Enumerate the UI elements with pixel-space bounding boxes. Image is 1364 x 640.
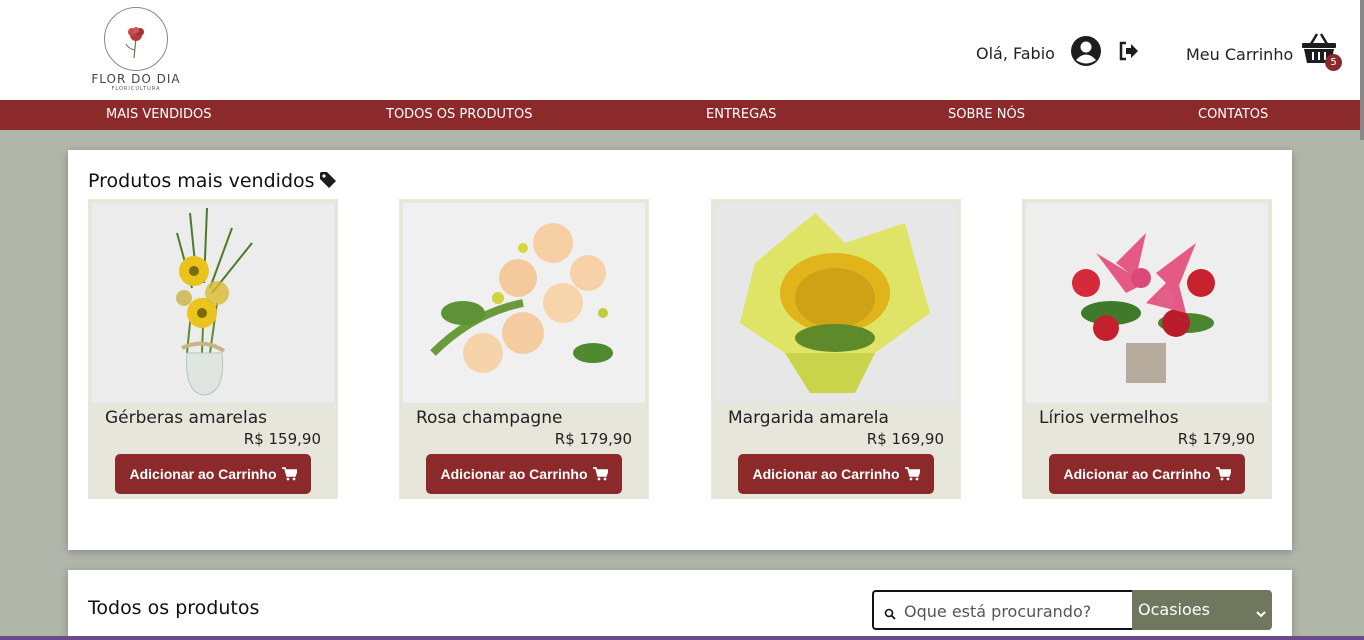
logout-icon[interactable]	[1118, 41, 1140, 61]
nav-about[interactable]: SOBRE NÓS	[948, 107, 1025, 122]
cart-label[interactable]: Meu Carrinho	[1186, 45, 1293, 64]
main-nav: MAIS VENDIDOS TODOS OS PRODUTOS ENTREGAS…	[0, 100, 1360, 130]
occasions-selected: Ocasioes	[1138, 600, 1210, 619]
add-to-cart-button[interactable]: Adicionar ao Carrinho	[115, 454, 311, 494]
chevron-down-icon	[1256, 604, 1266, 618]
logo-flower-icon	[104, 7, 168, 71]
logo[interactable]: FLOR DO DIA FLORICULTURA	[88, 7, 184, 92]
add-to-cart-label: Adicionar ao Carrinho	[129, 466, 277, 482]
cart-count-badge: 5	[1325, 54, 1342, 71]
product-image-rosa-champagne[interactable]	[403, 203, 645, 403]
product-name: Lírios vermelhos	[1039, 408, 1179, 428]
brand-name: FLOR DO DIA	[91, 72, 181, 86]
add-to-cart-button[interactable]: Adicionar ao Carrinho	[738, 454, 934, 494]
bottom-edge	[0, 636, 1364, 640]
best-sellers-section: Produtos mais vendidos Gérberas amarelas…	[68, 150, 1292, 550]
user-greeting: Olá, Fabio	[976, 44, 1055, 63]
product-card: Rosa champagne R$ 179,90 Adicionar ao Ca…	[399, 199, 649, 499]
product-image-margarida[interactable]	[715, 203, 957, 403]
add-to-cart-label: Adicionar ao Carrinho	[440, 466, 588, 482]
user-account-icon[interactable]	[1070, 35, 1102, 67]
product-name: Rosa champagne	[416, 408, 563, 428]
product-price: R$ 179,90	[554, 430, 632, 448]
tag-icon	[319, 171, 337, 189]
product-price: R$ 179,90	[1177, 430, 1255, 448]
cart-icon	[1215, 467, 1232, 481]
nav-best-sellers[interactable]: MAIS VENDIDOS	[106, 107, 212, 122]
occasions-select[interactable]: Ocasioes	[1132, 590, 1272, 630]
product-image-lirios[interactable]	[1026, 203, 1268, 403]
site-header: FLOR DO DIA FLORICULTURA Olá, Fabio Meu …	[0, 0, 1364, 100]
add-to-cart-button[interactable]: Adicionar ao Carrinho	[426, 454, 622, 494]
product-card: Lírios vermelhos R$ 179,90 Adicionar ao …	[1022, 199, 1272, 499]
product-card: Margarida amarela R$ 169,90 Adicionar ao…	[711, 199, 961, 499]
product-name: Margarida amarela	[728, 408, 889, 428]
product-card: Gérberas amarelas R$ 159,90 Adicionar ao…	[88, 199, 338, 499]
search-box	[872, 590, 1134, 630]
cart-icon	[592, 467, 609, 481]
product-name: Gérberas amarelas	[105, 408, 268, 428]
scrollbar-thumb[interactable]	[1360, 0, 1364, 140]
product-price: R$ 159,90	[243, 430, 321, 448]
best-sellers-title: Produtos mais vendidos	[88, 170, 315, 192]
product-image-gerberas[interactable]	[92, 203, 334, 403]
add-to-cart-label: Adicionar ao Carrinho	[752, 466, 900, 482]
nav-contacts[interactable]: CONTATOS	[1198, 107, 1268, 122]
all-products-title: Todos os produtos	[88, 597, 260, 619]
brand-tagline: FLORICULTURA	[111, 86, 161, 92]
all-products-section: Todos os produtos Ocasioes	[68, 570, 1292, 640]
add-to-cart-button[interactable]: Adicionar ao Carrinho	[1049, 454, 1245, 494]
search-icon	[884, 605, 896, 620]
search-input[interactable]	[904, 600, 1124, 622]
cart-icon	[281, 467, 298, 481]
cart-icon	[904, 467, 921, 481]
best-sellers-heading: Produtos mais vendidos	[88, 170, 337, 192]
add-to-cart-label: Adicionar ao Carrinho	[1063, 466, 1211, 482]
nav-all-products[interactable]: TODOS OS PRODUTOS	[386, 107, 532, 122]
nav-deliveries[interactable]: ENTREGAS	[706, 107, 776, 122]
product-price: R$ 169,90	[866, 430, 944, 448]
